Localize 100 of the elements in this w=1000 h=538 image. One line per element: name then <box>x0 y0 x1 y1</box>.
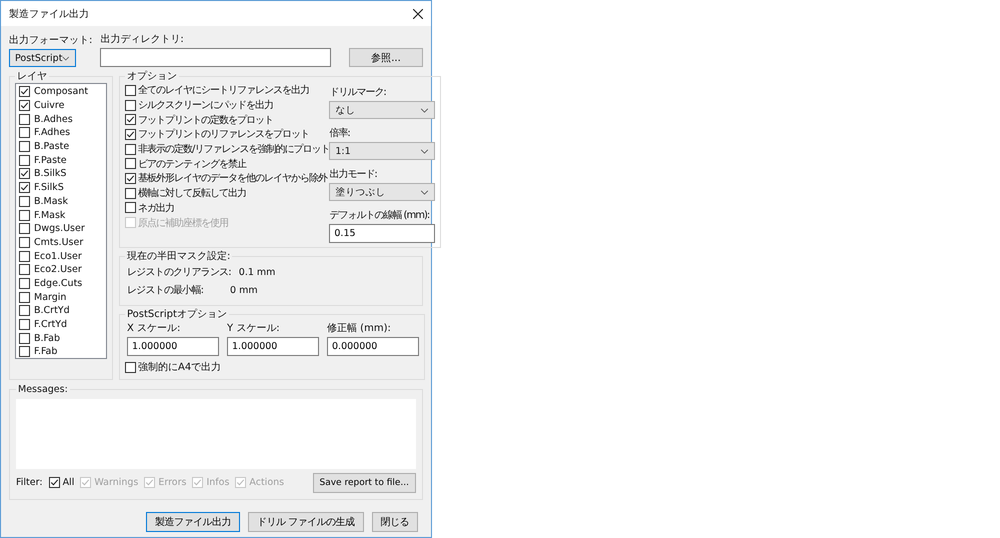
layer-label: Cmts.User <box>34 236 84 248</box>
option-label: 横軸に対して反転して出力 <box>138 186 246 200</box>
line-width-field[interactable]: 0.15 <box>329 224 436 243</box>
checkbox[interactable] <box>125 202 136 214</box>
filter-option-label: Actions <box>249 477 284 488</box>
window-title: 製造ファイル出力 <box>9 8 89 20</box>
layer-label: B.Adhes <box>34 114 73 125</box>
dialog-button[interactable]: 閉じる <box>372 512 418 532</box>
layer-label: F.CrtYd <box>34 319 68 330</box>
dialog-button[interactable]: 製造ファイル出力 <box>146 512 240 532</box>
checkbox[interactable] <box>19 168 30 180</box>
filter-option-label: All <box>62 477 74 488</box>
field-label: X スケール: <box>127 322 182 335</box>
chevron-down-icon <box>420 190 430 194</box>
dropdown[interactable]: 1:1 <box>329 142 436 160</box>
checkbox[interactable] <box>19 319 30 330</box>
scale-field[interactable]: 1.000000 <box>127 337 219 356</box>
field-label: 倍率: <box>329 126 351 140</box>
checkbox[interactable] <box>19 346 30 358</box>
layer-label: B.SilkS <box>34 168 66 180</box>
field-label: 出力フォーマット: <box>9 34 92 47</box>
checkbox[interactable] <box>125 144 136 155</box>
save-report-button[interactable]: Save report to file... <box>312 472 416 493</box>
checkbox[interactable] <box>19 86 30 98</box>
layer-label: Cuivre <box>34 100 64 112</box>
checkbox[interactable] <box>19 182 30 194</box>
setting-value: 0.1 mm <box>238 266 276 278</box>
option-label: 非表示の定数/リファレンスを強制的にプロット <box>138 142 330 156</box>
checkbox[interactable] <box>125 188 136 199</box>
layer-label: F.Paste <box>34 154 67 166</box>
layer-label: F.Mask <box>34 210 66 221</box>
field-label: 修正幅 (mm): <box>327 322 392 335</box>
dropdown[interactable]: なし <box>329 101 436 119</box>
checkbox[interactable] <box>19 250 30 262</box>
checkbox[interactable] <box>19 196 30 207</box>
checkbox[interactable] <box>19 292 30 303</box>
layer-label: Edge.Cuts <box>34 278 82 289</box>
checkbox[interactable] <box>125 128 136 140</box>
option-label: ビアのテンティングを禁止 <box>138 158 246 171</box>
setting-label: レジストのクリアランス: <box>127 266 231 279</box>
checkbox[interactable] <box>125 362 136 373</box>
checkbox[interactable] <box>19 236 30 248</box>
checkbox[interactable] <box>19 305 30 316</box>
checkbox[interactable] <box>125 84 136 96</box>
field-label: Y スケール: <box>227 322 281 335</box>
group-title: レイヤ <box>16 70 48 83</box>
layer-label: F.SilkS <box>34 182 64 194</box>
layer-label: Margin <box>34 292 66 303</box>
scale-field[interactable]: 0.000000 <box>327 337 419 356</box>
chevron-down-icon <box>420 148 430 154</box>
checkbox[interactable] <box>125 114 136 126</box>
chevron-down-icon <box>420 108 430 112</box>
close-icon[interactable] <box>413 8 423 18</box>
checkbox[interactable] <box>48 477 60 488</box>
checkbox[interactable] <box>19 114 30 125</box>
dialog-button[interactable]: ドリル ファイルの生成 <box>248 512 364 532</box>
layer-label: F.Adhes <box>34 127 70 138</box>
layer-label: Eco2.User <box>34 264 82 276</box>
layer-label: B.Paste <box>34 141 70 152</box>
checkbox[interactable] <box>19 264 30 276</box>
directory-field[interactable] <box>100 48 331 67</box>
dropdown[interactable]: 塗りつぶし <box>329 183 436 201</box>
checkbox[interactable] <box>19 154 30 166</box>
checkbox[interactable] <box>125 158 136 170</box>
layer-label: B.CrtYd <box>34 305 70 316</box>
checkbox[interactable] <box>125 172 136 184</box>
field-label: 出力ディレクトリ: <box>100 32 185 46</box>
checkbox[interactable] <box>19 100 30 112</box>
layer-label: Eco1.User <box>34 250 82 262</box>
setting-label: レジストの最小幅: <box>127 284 204 297</box>
layer-label: Dwgs.User <box>34 223 85 234</box>
option-label: 強制的にA4で出力 <box>138 360 222 374</box>
filter-option-label: Warnings <box>94 477 138 488</box>
field-label: デフォルトの線幅 (mm): <box>329 209 430 222</box>
field-label: 出力モード: <box>329 168 378 181</box>
layer-label: B.Fab <box>34 332 60 344</box>
layer-label: B.Mask <box>34 196 68 207</box>
filter-option-label: Infos <box>206 477 230 488</box>
option-label: フットプリントのリファレンスをプロット <box>138 128 309 142</box>
scale-field[interactable]: 1.000000 <box>227 337 319 356</box>
group-title: Messages: <box>17 384 69 395</box>
group-title: PostScriptオプション <box>126 308 228 321</box>
checkbox[interactable] <box>19 278 30 289</box>
checkbox[interactable] <box>19 127 30 138</box>
browse-button[interactable]: 参照... <box>349 48 423 67</box>
checkbox[interactable] <box>19 210 30 221</box>
setting-value: 0 mm <box>230 284 258 296</box>
group-title: 現在の半田マスク設定: <box>126 250 232 263</box>
group-title: オプション <box>126 70 178 83</box>
checkbox[interactable] <box>125 100 136 111</box>
option-label: 原点に補助座標を使用 <box>138 216 228 230</box>
checkbox[interactable] <box>19 332 30 344</box>
layer-label: F.Fab <box>34 346 58 358</box>
checkbox[interactable] <box>19 141 30 152</box>
checkbox[interactable] <box>19 223 30 234</box>
layer-label: Composant <box>34 86 88 98</box>
option-label: フットプリントの定数をプロット <box>138 114 273 127</box>
format-dropdown[interactable]: PostScript <box>9 49 76 67</box>
chevron-down-icon <box>62 56 70 60</box>
option-label: シルクスクリーンにパッドを出力 <box>138 98 273 112</box>
